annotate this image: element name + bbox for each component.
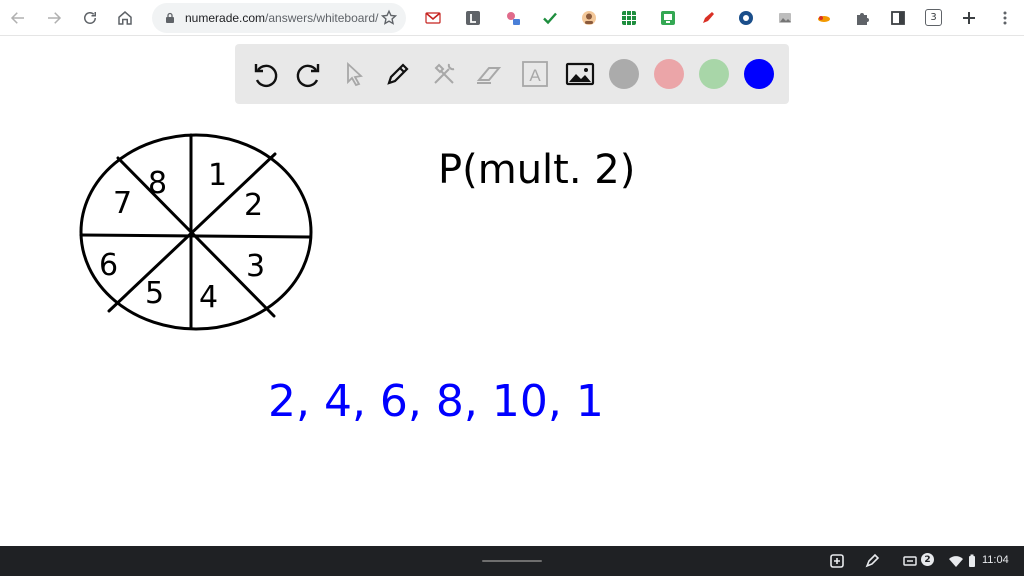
spinner-drawing [79,133,313,331]
spinner-number-6: 6 [99,248,118,283]
text-tool-label: A [529,66,541,85]
side-panel-icon[interactable] [889,9,907,27]
spinner-number-7: 7 [113,186,132,221]
fire-extension-icon[interactable] [815,9,833,27]
forward-button[interactable] [40,4,68,32]
arrow-left-icon [10,12,24,24]
screen-capture-icon[interactable] [829,553,845,569]
text-tool-button[interactable]: A [519,58,551,90]
reload-icon [84,12,96,24]
whiteboard-toolbar: A [235,44,789,104]
url-path: /answers/whiteboard/ [265,11,379,25]
spinner-number-8: 8 [148,166,167,201]
screen-extension-icon[interactable] [659,9,677,27]
eraser-icon [476,67,502,84]
text-box-icon: A [522,61,548,87]
lock-icon [166,12,174,23]
reload-button[interactable] [76,4,104,32]
avatar-extension-icon[interactable] [580,9,598,27]
circle-extension-icon[interactable] [737,9,755,27]
hammer-wrench-icon [434,63,455,84]
pen-extension-icon[interactable] [699,9,717,27]
undo-icon [254,64,278,88]
color-swatch-gray[interactable] [609,59,639,89]
color-swatch-blue[interactable] [744,59,774,89]
redo-icon [296,64,320,88]
whiteboard-canvas[interactable]: 8 1 2 3 4 5 6 7 P(mult. 2) 2, 4, 6, 8, 1… [0,104,1024,546]
photo-extension-icon[interactable] [776,9,794,27]
l-extension-icon[interactable] [464,9,482,27]
bookmark-star-icon[interactable] [380,9,398,27]
browser-toolbar: numerade.com/answers/whiteboard/ 3 [0,0,1024,36]
spinner-circle [79,133,313,331]
undo-button[interactable] [249,58,281,90]
notification-count-badge[interactable]: 2 [921,553,934,566]
stylus-icon[interactable] [864,553,880,569]
clock-time[interactable]: 11:04 [982,554,1009,566]
tab-count-button[interactable]: 3 [925,9,942,26]
gmail-icon[interactable] [424,9,442,27]
shelf-handle[interactable] [482,560,542,562]
image-tool-button[interactable] [564,58,596,90]
spinner-number-2: 2 [244,188,263,223]
cast-icon[interactable] [902,553,918,569]
cursor-arrow-icon [347,61,363,87]
eraser-tool-button[interactable] [473,58,505,90]
spinner-number-3: 3 [246,249,265,284]
os-shelf: 2 11:04 [0,546,1024,576]
extensions-puzzle-icon[interactable] [853,9,871,27]
home-icon [118,11,132,25]
question-text: P(mult. 2) [438,147,635,193]
home-button[interactable] [111,4,139,32]
color-swatch-green[interactable] [699,59,729,89]
grid-extension-icon[interactable] [620,9,638,27]
shapes-tool-button[interactable] [428,58,460,90]
image-icon [565,62,595,86]
url-text: numerade.com/answers/whiteboard/ [185,11,378,25]
pencil-icon [387,63,409,85]
spinner-number-4: 4 [199,280,218,315]
battery-icon[interactable] [964,553,980,569]
spinner-number-5: 5 [145,276,164,311]
puzzle-badge-icon[interactable] [504,9,522,27]
check-icon[interactable] [541,9,559,27]
redo-button[interactable] [293,58,325,90]
answer-sequence-text: 2, 4, 6, 8, 10, 1 [268,376,604,427]
url-host: numerade.com [185,11,266,25]
color-swatch-pink[interactable] [654,59,684,89]
wifi-icon[interactable] [948,553,964,569]
back-button[interactable] [4,4,32,32]
address-bar[interactable]: numerade.com/answers/whiteboard/ [152,3,406,33]
spinner-number-1: 1 [208,158,227,193]
select-tool-button[interactable] [338,58,370,90]
menu-dots-icon[interactable] [996,9,1014,27]
arrow-right-icon [48,12,62,24]
pen-tool-button[interactable] [382,58,414,90]
new-tab-plus-icon[interactable] [960,9,978,27]
